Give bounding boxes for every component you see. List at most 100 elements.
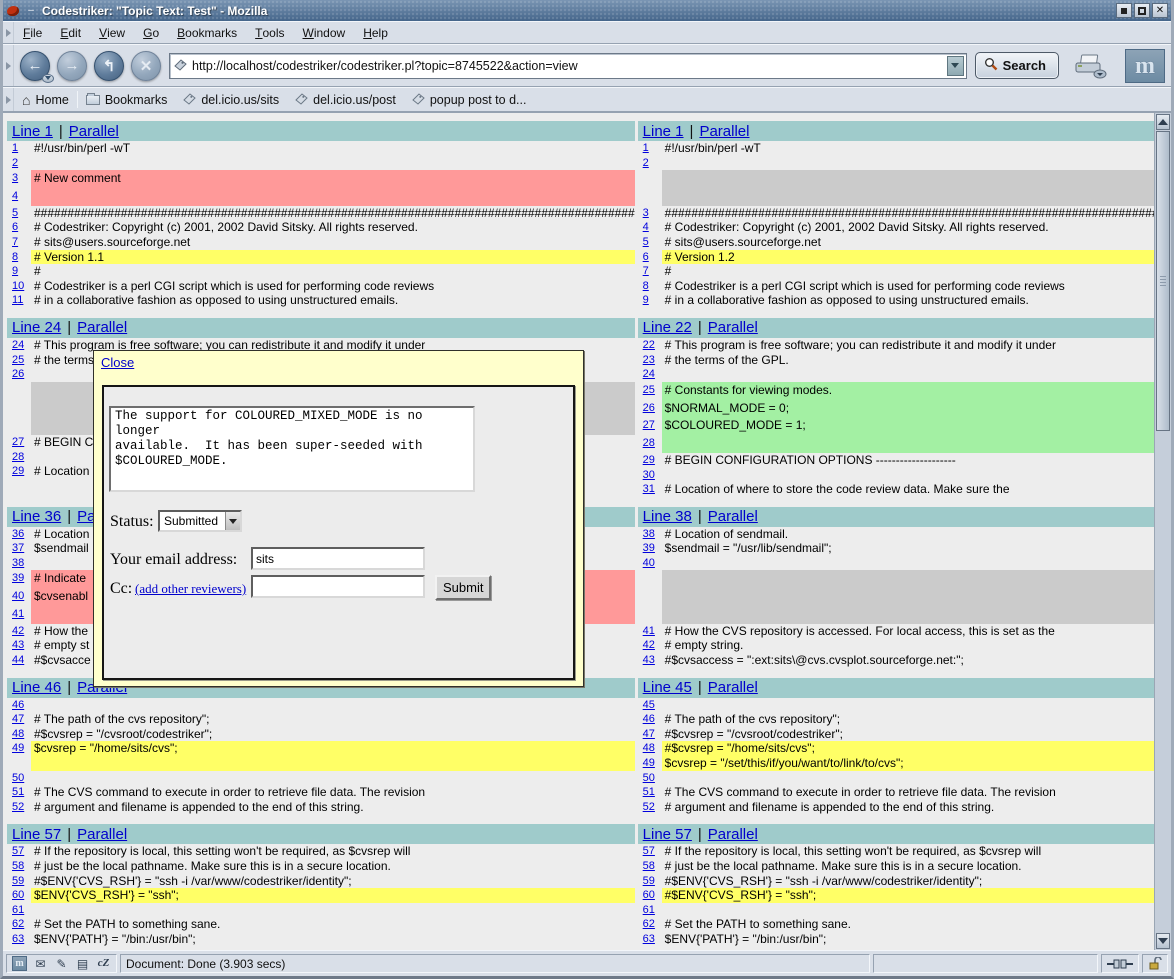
line-number-link[interactable]: 27 bbox=[643, 419, 655, 431]
line-anchor-link[interactable]: Line 57 bbox=[643, 826, 692, 843]
line-number-link[interactable]: 25 bbox=[12, 354, 24, 366]
line-number-link[interactable]: 30 bbox=[643, 469, 655, 481]
line-number-link[interactable]: 9 bbox=[12, 265, 18, 277]
toolbar-grip[interactable] bbox=[3, 45, 14, 86]
line-number-link[interactable]: 48 bbox=[643, 742, 655, 754]
line-number-link[interactable]: 52 bbox=[12, 801, 24, 813]
submit-button[interactable]: Submit bbox=[435, 575, 491, 600]
line-number-link[interactable]: 36 bbox=[12, 528, 24, 540]
line-number-link[interactable]: 49 bbox=[643, 757, 655, 769]
line-number-link[interactable]: 5 bbox=[12, 207, 18, 219]
line-number-link[interactable]: 10 bbox=[12, 280, 24, 292]
line-number-link[interactable]: 27 bbox=[12, 436, 24, 448]
line-number-link[interactable]: 7 bbox=[12, 236, 18, 248]
scroll-up-button[interactable] bbox=[1156, 114, 1170, 130]
scroll-down-button[interactable] bbox=[1156, 933, 1170, 949]
line-number-link[interactable]: 28 bbox=[643, 437, 655, 449]
parallel-view-link[interactable]: Parallel bbox=[708, 319, 758, 336]
addressbook-icon[interactable]: ▤ bbox=[75, 956, 90, 971]
line-number-link[interactable]: 62 bbox=[643, 918, 655, 930]
line-number-link[interactable]: 63 bbox=[643, 933, 655, 945]
line-number-link[interactable]: 24 bbox=[643, 368, 655, 380]
reload-button[interactable]: ↰ bbox=[94, 51, 124, 81]
line-number-link[interactable]: 42 bbox=[643, 639, 655, 651]
line-number-link[interactable]: 28 bbox=[12, 451, 24, 463]
menu-item-help[interactable]: Help bbox=[354, 22, 397, 43]
close-button[interactable]: ✕ bbox=[1152, 3, 1168, 18]
line-number-link[interactable]: 9 bbox=[643, 294, 649, 306]
line-number-link[interactable]: 24 bbox=[12, 339, 24, 351]
line-number-link[interactable]: 47 bbox=[12, 713, 24, 725]
status-select[interactable]: Submitted bbox=[158, 510, 242, 532]
line-number-link[interactable]: 1 bbox=[12, 142, 18, 154]
parallel-view-link[interactable]: Parallel bbox=[69, 123, 119, 140]
offline-indicator[interactable] bbox=[1101, 954, 1139, 973]
parallel-view-link[interactable]: Parallel bbox=[708, 508, 758, 525]
line-number-link[interactable]: 26 bbox=[643, 402, 655, 414]
line-number-link[interactable]: 58 bbox=[12, 860, 24, 872]
line-number-link[interactable]: 49 bbox=[12, 742, 24, 754]
bookmark-item-home[interactable]: ⌂Home bbox=[14, 88, 77, 111]
line-number-link[interactable]: 4 bbox=[12, 190, 18, 202]
line-number-link[interactable]: 25 bbox=[643, 384, 655, 396]
security-indicator[interactable] bbox=[1142, 954, 1168, 973]
mail-icon[interactable]: ✉ bbox=[33, 956, 48, 971]
line-number-link[interactable]: 62 bbox=[12, 918, 24, 930]
parallel-view-link[interactable]: Parallel bbox=[708, 679, 758, 696]
line-number-link[interactable]: 59 bbox=[12, 875, 24, 887]
line-anchor-link[interactable]: Line 38 bbox=[643, 508, 692, 525]
line-number-link[interactable]: 31 bbox=[643, 483, 655, 495]
line-anchor-link[interactable]: Line 45 bbox=[643, 679, 692, 696]
line-number-link[interactable]: 8 bbox=[12, 251, 18, 263]
window-pin-icon[interactable]: –⊷ bbox=[24, 4, 38, 18]
line-number-link[interactable]: 61 bbox=[643, 904, 655, 916]
line-number-link[interactable]: 23 bbox=[643, 354, 655, 366]
line-number-link[interactable]: 50 bbox=[12, 772, 24, 784]
line-number-link[interactable]: 58 bbox=[643, 860, 655, 872]
line-anchor-link[interactable]: Line 36 bbox=[12, 508, 61, 525]
line-number-link[interactable]: 61 bbox=[12, 904, 24, 916]
menu-item-edit[interactable]: Edit bbox=[51, 22, 90, 43]
line-number-link[interactable]: 11 bbox=[12, 294, 23, 306]
line-number-link[interactable]: 2 bbox=[643, 157, 649, 169]
popup-close-link[interactable]: Close bbox=[101, 355, 134, 370]
line-anchor-link[interactable]: Line 24 bbox=[12, 319, 61, 336]
bookmark-item-popup-post-to-d-[interactable]: popup post to d... bbox=[404, 88, 535, 111]
line-number-link[interactable]: 41 bbox=[643, 625, 655, 637]
line-number-link[interactable]: 60 bbox=[12, 889, 24, 901]
line-number-link[interactable]: 45 bbox=[643, 699, 655, 711]
line-anchor-link[interactable]: Line 46 bbox=[12, 679, 61, 696]
line-number-link[interactable]: 46 bbox=[643, 713, 655, 725]
line-number-link[interactable]: 40 bbox=[643, 557, 655, 569]
line-number-link[interactable]: 43 bbox=[643, 654, 655, 666]
line-number-link[interactable]: 46 bbox=[12, 699, 24, 711]
line-anchor-link[interactable]: Line 1 bbox=[12, 123, 53, 140]
url-input[interactable]: http://localhost/codestriker/codestriker… bbox=[192, 59, 945, 73]
line-number-link[interactable]: 39 bbox=[643, 542, 655, 554]
print-button[interactable] bbox=[1073, 53, 1107, 79]
line-number-link[interactable]: 63 bbox=[12, 933, 24, 945]
bookmark-item-del-icio-us-post[interactable]: del.icio.us/post bbox=[287, 88, 404, 111]
line-number-link[interactable]: 57 bbox=[643, 845, 655, 857]
url-dropdown-button[interactable] bbox=[947, 56, 964, 76]
line-number-link[interactable]: 43 bbox=[12, 639, 24, 651]
line-number-link[interactable]: 4 bbox=[643, 221, 649, 233]
mozilla-icon[interactable]: m bbox=[12, 956, 27, 971]
cc-field[interactable] bbox=[251, 575, 425, 598]
line-anchor-link[interactable]: Line 57 bbox=[12, 826, 61, 843]
line-number-link[interactable]: 59 bbox=[643, 875, 655, 887]
maximize-button[interactable] bbox=[1134, 3, 1150, 18]
line-anchor-link[interactable]: Line 22 bbox=[643, 319, 692, 336]
stop-button[interactable]: ✕ bbox=[131, 51, 161, 81]
search-button[interactable]: Search bbox=[975, 52, 1059, 79]
toolbar-grip[interactable] bbox=[3, 22, 14, 43]
comment-textarea[interactable]: The support for COLOURED_MIXED_MODE is n… bbox=[109, 406, 475, 492]
parallel-view-link[interactable]: Parallel bbox=[699, 123, 749, 140]
chatzilla-icon[interactable]: cZ bbox=[96, 956, 111, 971]
line-number-link[interactable]: 26 bbox=[12, 368, 24, 380]
line-number-link[interactable]: 57 bbox=[12, 845, 24, 857]
line-number-link[interactable]: 38 bbox=[643, 528, 655, 540]
line-number-link[interactable]: 48 bbox=[12, 728, 24, 740]
line-number-link[interactable]: 29 bbox=[12, 465, 24, 477]
line-number-link[interactable]: 47 bbox=[643, 728, 655, 740]
